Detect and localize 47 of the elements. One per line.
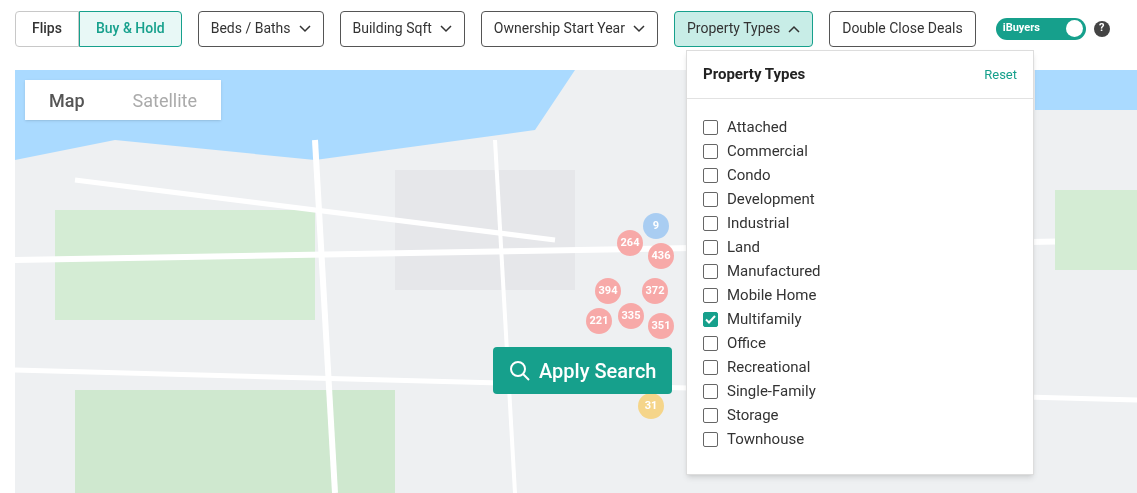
map-view-tab[interactable]: Map: [25, 80, 109, 120]
checkbox[interactable]: [703, 335, 718, 351]
checkbox[interactable]: [703, 263, 718, 279]
checkbox[interactable]: [703, 431, 718, 447]
option-label: Office: [727, 332, 766, 354]
option-label: Townhouse: [727, 428, 805, 450]
checkbox[interactable]: [703, 239, 718, 255]
filter-dropdown[interactable]: Building Sqft: [339, 10, 465, 47]
checkbox[interactable]: [703, 287, 718, 303]
option-label: Storage: [727, 404, 779, 426]
segment-tab[interactable]: Flips: [15, 10, 79, 47]
filter-dropdown[interactable]: Property Types: [674, 10, 814, 47]
segment-tab[interactable]: Buy & Hold: [78, 10, 182, 47]
checkbox[interactable]: [703, 191, 718, 207]
map-view-tab[interactable]: Satellite: [108, 80, 222, 120]
help-icon[interactable]: ?: [1093, 20, 1110, 37]
checkbox[interactable]: [703, 167, 718, 183]
checkbox[interactable]: [703, 407, 718, 423]
option-label: Commercial: [727, 140, 808, 162]
chevron-down-icon: [298, 24, 311, 33]
ibuyers-toggle[interactable]: iBuyers: [995, 17, 1086, 40]
option-label: Attached: [727, 116, 788, 138]
checkbox[interactable]: [703, 119, 718, 135]
option-label: Condo: [727, 164, 771, 186]
option-label: Manufactured: [727, 260, 821, 282]
option-label: Development: [727, 188, 815, 210]
option-label: Multifamily: [727, 308, 802, 330]
option-label: Land: [727, 236, 760, 258]
option-label: Recreational: [727, 356, 811, 378]
checkbox[interactable]: [703, 215, 718, 231]
search-icon: [509, 359, 531, 382]
chevron-up-icon: [788, 24, 801, 33]
reset-link[interactable]: Reset: [984, 64, 1017, 85]
checkbox[interactable]: [703, 359, 718, 375]
option-label: Single-Family: [727, 380, 816, 402]
option-label: Mobile Home: [727, 284, 817, 306]
option-label: Industrial: [727, 212, 790, 234]
filter-button[interactable]: Double Close Deals: [829, 10, 976, 47]
checkbox[interactable]: [703, 383, 718, 399]
checkbox[interactable]: [703, 311, 718, 327]
panel-title: Property Types: [703, 64, 806, 86]
checkbox[interactable]: [703, 143, 718, 159]
apply-search-button[interactable]: Apply Search: [493, 347, 673, 394]
chevron-down-icon: [439, 24, 452, 33]
chevron-down-icon: [633, 24, 645, 33]
filter-dropdown[interactable]: Beds / Baths: [197, 10, 324, 47]
filter-dropdown[interactable]: Ownership Start Year: [480, 10, 658, 47]
